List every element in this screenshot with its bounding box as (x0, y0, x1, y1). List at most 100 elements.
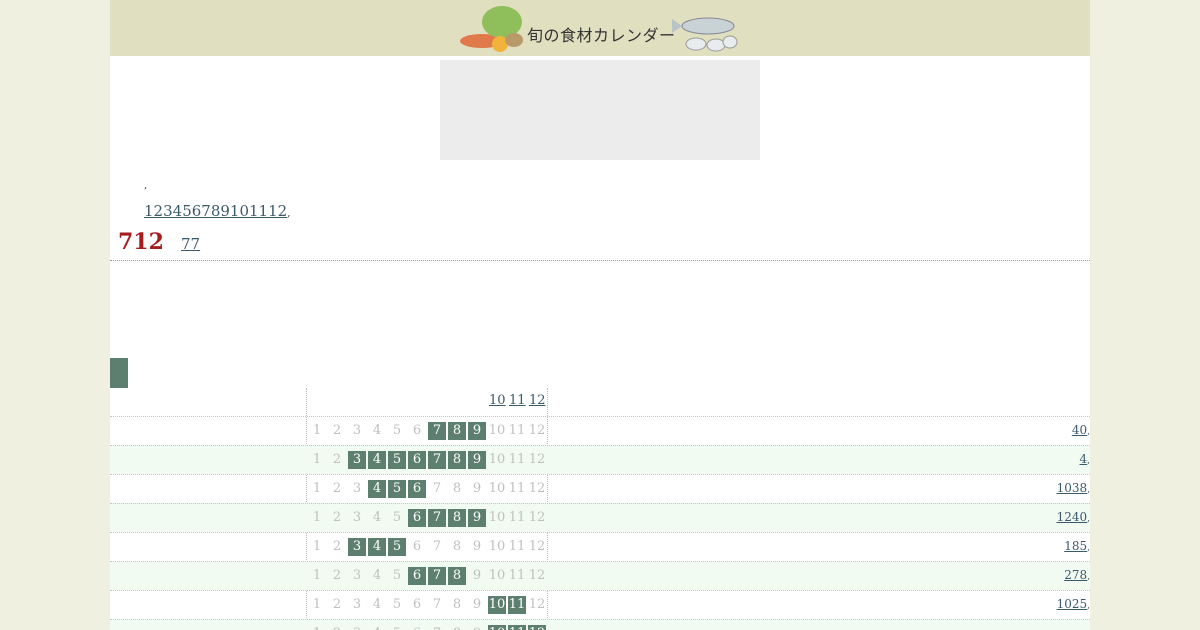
potato-shape (505, 33, 523, 47)
season-month: 2 (332, 510, 342, 525)
season-month: 3 (352, 597, 362, 612)
month-link-12[interactable]: 12 (268, 202, 287, 220)
season-month: 11 (508, 452, 526, 467)
season-month: 5 (388, 625, 406, 630)
header-month-10[interactable]: 10 (489, 393, 506, 408)
season-month-active: 5 (388, 480, 406, 498)
row-count-link[interactable]: 40, (1072, 423, 1090, 437)
page-container: 旬の食材カレンダー , 123456789101112, 712 77 10 11… (110, 0, 1090, 630)
month-link-8[interactable]: 8 (211, 202, 221, 220)
shell-shape (722, 35, 738, 49)
season-month: 12 (528, 568, 546, 583)
season-month: 2 (332, 452, 342, 467)
season-month-active: 4 (368, 451, 386, 469)
total-count: 712 (118, 229, 164, 255)
month-link-6[interactable]: 6 (192, 202, 202, 220)
row-count-link[interactable]: 4, (1079, 452, 1090, 466)
row-count-link[interactable]: 185, (1064, 539, 1090, 553)
season-month: 6 (412, 423, 422, 438)
season-month: 1 (312, 510, 322, 525)
shell-shape (685, 37, 707, 51)
month-link-3[interactable]: 3 (163, 202, 173, 220)
season-month: 10 (488, 423, 506, 438)
row-count-link[interactable]: 278, (1064, 568, 1090, 582)
season-month: 8 (452, 539, 462, 554)
season-month: 4 (372, 510, 382, 525)
season-month-active: 11 (508, 596, 526, 614)
small-mark: , (144, 180, 148, 191)
season-month: 10 (488, 481, 506, 496)
season-month: 1 (312, 539, 322, 554)
ad-placeholder (440, 60, 760, 160)
month-link-1[interactable]: 1 (144, 202, 154, 220)
season-month-active: 12 (528, 625, 546, 630)
season-month: 8 (452, 597, 462, 612)
table-row: 1 2 3 4 5 6 7 8 9 10 11 12 1038, (110, 474, 1090, 503)
season-month: 9 (472, 481, 482, 496)
season-month: 1 (312, 481, 322, 496)
row-count-value: 1240 (1056, 510, 1088, 524)
season-month: 1 (312, 597, 322, 612)
season-month-active: 8 (448, 451, 466, 469)
season-month-active: 4 (368, 538, 386, 556)
month-link-11[interactable]: 11 (249, 202, 268, 220)
month-link-7[interactable]: 7 (201, 202, 211, 220)
season-month-active: 6 (408, 567, 426, 585)
season-month: 3 (352, 481, 362, 496)
table-row: 1 2 3 4 5 6 7 8 9 10 11 12 278, (110, 561, 1090, 590)
month-link-4[interactable]: 4 (173, 202, 183, 220)
row-count-link[interactable]: 1025, (1057, 597, 1090, 611)
season-month: 7 (432, 539, 442, 554)
row-count-link[interactable]: 1038, (1057, 481, 1090, 495)
season-month: 3 (352, 568, 362, 583)
season-month-active: 3 (348, 538, 366, 556)
row-count-value: 4 (1079, 452, 1088, 466)
season-month: 3 (352, 510, 362, 525)
season-month: 7 (432, 597, 442, 612)
season-month-active: 5 (388, 538, 406, 556)
shell-shape (706, 38, 726, 52)
season-month: 12 (528, 539, 546, 554)
season-month: 3 (348, 625, 366, 630)
season-month-active: 6 (408, 480, 426, 498)
season-month-active: 10 (488, 625, 506, 630)
month-links: 123456789101112, (144, 202, 290, 220)
month-link-5[interactable]: 5 (182, 202, 192, 220)
season-month: 2 (332, 423, 342, 438)
count-link[interactable]: 77 (181, 235, 200, 253)
season-month: 1 (312, 452, 322, 467)
season-month-active: 6 (408, 451, 426, 469)
month-link-2[interactable]: 2 (154, 202, 164, 220)
header-month-12[interactable]: 12 (529, 393, 546, 408)
season-month-active: 4 (368, 480, 386, 498)
season-month: 4 (372, 597, 382, 612)
season-month: 11 (508, 423, 526, 438)
season-month: 12 (528, 481, 546, 496)
season-month: 9 (472, 568, 482, 583)
season-month: 11 (508, 539, 526, 554)
season-month: 11 (508, 510, 526, 525)
site-title: 旬の食材カレンダー (527, 26, 676, 45)
row-count-link[interactable]: 1240, (1057, 510, 1090, 524)
season-month: 9 (468, 625, 486, 630)
season-month-active: 3 (348, 451, 366, 469)
season-month: 2 (332, 481, 342, 496)
season-month: 4 (372, 568, 382, 583)
table-row: 1 2 3 4 5 6 7 8 9 10 11 12 1240, (110, 503, 1090, 532)
header-month-11[interactable]: 11 (509, 393, 526, 408)
row-count-suffix: , (1087, 427, 1090, 437)
season-month: 5 (392, 423, 402, 438)
table-row: 1 2 3 4 5 6 7 8 9 10 11 12 185, (110, 532, 1090, 561)
vegetables-icon (460, 6, 523, 52)
season-month: 5 (392, 597, 402, 612)
season-month-active: 7 (428, 567, 446, 585)
season-month: 7 (428, 625, 446, 630)
season-month: 12 (528, 423, 546, 438)
season-month: 11 (508, 481, 526, 496)
row-count-value: 1038 (1056, 481, 1088, 495)
month-link-9[interactable]: 9 (220, 202, 230, 220)
season-month: 11 (508, 568, 526, 583)
month-link-10[interactable]: 10 (230, 202, 249, 220)
season-month: 5 (392, 510, 402, 525)
season-month-active: 9 (468, 422, 486, 440)
